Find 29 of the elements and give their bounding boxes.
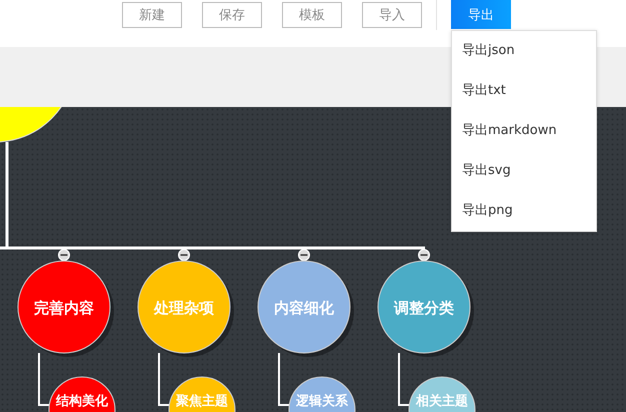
node-label: 内容细化 <box>274 299 334 317</box>
menu-item[interactable]: 导出txt <box>452 71 596 111</box>
branch-node[interactable] <box>138 260 234 357</box>
toolbar-button[interactable]: 保存 <box>202 2 262 28</box>
child-node[interactable] <box>168 376 236 412</box>
branch-node[interactable] <box>258 260 354 357</box>
child-node[interactable] <box>288 376 356 412</box>
child-node[interactable] <box>408 376 476 412</box>
node-label: 相关主题 <box>416 394 468 409</box>
node-label: 结构美化 <box>56 394 108 409</box>
node-label: 逻辑关系 <box>296 394 348 409</box>
collapse-toggle-icon[interactable] <box>58 249 70 261</box>
menu-item[interactable]: 导出png <box>452 191 596 231</box>
collapse-toggle-icon[interactable] <box>418 249 430 261</box>
toolbar-button[interactable]: 新建 <box>122 2 182 28</box>
node-label: 处理杂项 <box>154 299 214 317</box>
menu-item[interactable]: 导出markdown <box>452 111 596 151</box>
node-label: 调整分类 <box>394 299 454 317</box>
collapse-toggle-icon[interactable] <box>298 249 310 261</box>
menu-item[interactable]: 导出json <box>452 31 596 71</box>
node-label: 聚焦主题 <box>176 394 228 409</box>
toolbar-button[interactable]: 导入 <box>362 2 422 28</box>
branch-node[interactable] <box>378 260 474 357</box>
toolbar-button[interactable]: 模板 <box>282 2 342 28</box>
branch-node[interactable] <box>18 260 114 357</box>
collapse-toggle-icon[interactable] <box>178 249 190 261</box>
menu-item[interactable]: 导出svg <box>452 151 596 191</box>
node-label: 完善内容 <box>34 299 94 317</box>
child-node[interactable] <box>48 376 116 412</box>
